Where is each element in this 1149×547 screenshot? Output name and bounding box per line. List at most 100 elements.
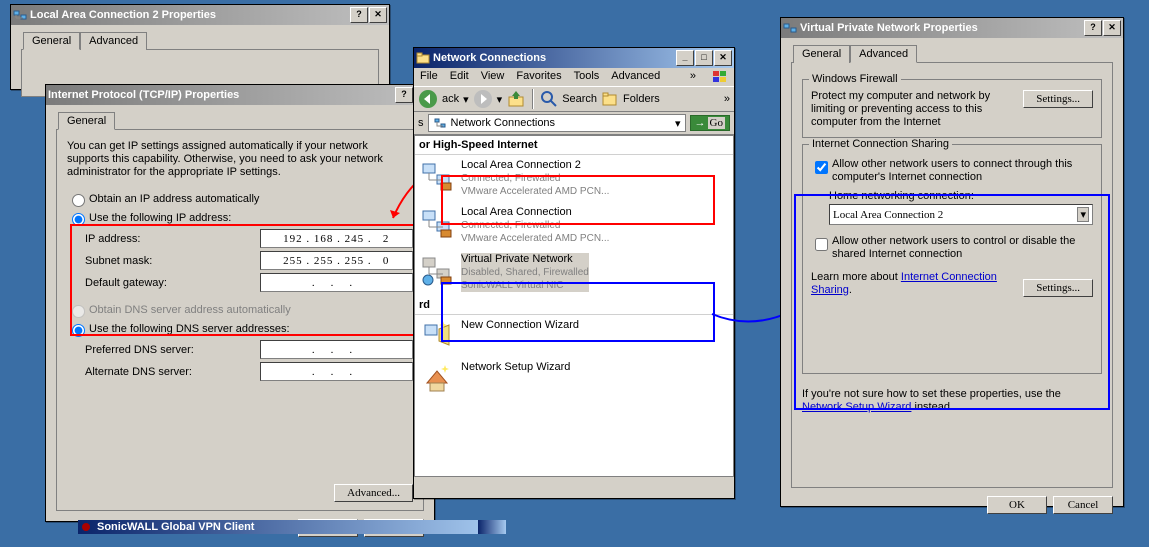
connection-list[interactable]: or High-Speed Internet Local Area Connec… [414,135,734,477]
address-input[interactable]: Network Connections ▾ [428,114,686,132]
firewall-group-title: Windows Firewall [809,73,901,85]
tab-general[interactable]: General [23,32,80,50]
ics-settings-button[interactable]: Settings... [1023,279,1093,297]
list-item-net-setup-wizard[interactable]: Network Setup Wizard [415,357,733,399]
network-icon [783,21,797,35]
folder-icon [416,51,430,65]
hint-text: If you're not sure how to set these prop… [802,388,1102,414]
subnet-input[interactable] [260,251,413,270]
folders-icon[interactable] [601,90,619,108]
min-button[interactable]: _ [676,50,694,66]
advanced-button[interactable]: Advanced... [334,484,413,502]
alt-dns-input[interactable] [260,362,413,381]
search-label[interactable]: Search [562,93,597,105]
back-dropdown-icon[interactable]: ▾ [463,93,469,106]
firewall-group: Windows Firewall Protect my computer and… [802,79,1102,138]
use-following-dns-radio[interactable] [72,324,85,337]
tab-advanced[interactable]: Advanced [850,45,917,63]
list-item-status: Disabled, Shared, Firewalled [461,267,589,278]
netconn-icon [433,116,447,130]
tab-advanced[interactable]: Advanced [80,32,147,50]
help-button[interactable]: ? [1084,20,1102,36]
vpn-titlebar[interactable]: Virtual Private Network Properties ? ✕ [781,18,1123,38]
forward-icon[interactable] [473,89,493,109]
ics-group: Internet Connection Sharing Allow other … [802,144,1102,374]
ics-control-label: Allow other network users to control or … [832,235,1093,261]
list-item-vpn[interactable]: Virtual Private Network Disabled, Shared… [415,249,733,296]
network-icon [13,8,27,22]
close-button[interactable]: ✕ [714,50,732,66]
ics-allow-checkbox[interactable] [815,161,828,174]
list-item-lac[interactable]: Local Area Connection Connected, Firewal… [415,202,733,249]
ip-input[interactable] [260,229,413,248]
obtain-auto-row[interactable]: Obtain an IP address automatically [67,191,413,207]
forward-dropdown-icon[interactable]: ▾ [497,93,503,106]
obtain-dns-auto-row: Obtain DNS server address automatically [67,302,413,318]
list-item-name: Network Setup Wizard [461,361,570,374]
dropdown-icon[interactable]: ▾ [1077,207,1089,222]
help-button[interactable]: ? [350,7,368,23]
back-icon[interactable] [418,89,438,109]
list-item-name: Virtual Private Network [461,253,573,265]
tab-general[interactable]: General [793,45,850,63]
cancel-button[interactable]: Cancel [1053,496,1113,514]
wizard-icon [421,319,455,353]
help-button[interactable]: ? [395,87,413,103]
close-button[interactable]: ✕ [1103,20,1121,36]
netconn-title: Network Connections [433,52,546,64]
menu-favorites[interactable]: Favorites [516,70,561,84]
netconn-titlebar[interactable]: Network Connections _ □ ✕ [414,48,734,68]
ics-allow-label: Allow other network users to connect thr… [832,158,1093,184]
vpn-window: Virtual Private Network Properties ? ✕ G… [780,17,1124,507]
use-following-dns-label: Use the following DNS server addresses: [89,323,290,335]
tcpip-titlebar[interactable]: Internet Protocol (TCP/IP) Properties ? … [46,85,434,105]
use-following-row[interactable]: Use the following IP address: [67,210,413,226]
group-header-lan: or High-Speed Internet [415,136,733,155]
sonicwall-label[interactable]: SonicWALL Global VPN Client [97,521,254,533]
menu-advanced[interactable]: Advanced [611,70,660,84]
addr-label: s [418,117,424,129]
menu-tools[interactable]: Tools [574,70,600,84]
chevron-right-icon[interactable]: » [724,93,730,105]
list-item-new-conn-wizard[interactable]: New Connection Wizard [415,315,733,357]
ics-control-checkbox[interactable] [815,238,828,251]
tcpip-desc: You can get IP settings assigned automat… [67,140,413,179]
list-item-device: SonicWALL Virtual NIC [461,280,563,291]
back-label[interactable]: ack [442,93,459,105]
folders-label[interactable]: Folders [623,93,660,105]
chevron-right-icon[interactable]: » [690,70,696,84]
use-following-radio[interactable] [72,213,85,226]
go-button[interactable]: →Go [690,115,730,131]
ok-button[interactable]: OK [987,496,1047,514]
fw-settings-button[interactable]: Settings... [1023,90,1093,108]
dropdown-icon[interactable]: ▾ [675,117,681,130]
netconn-window: Network Connections _ □ ✕ File Edit View… [413,47,735,499]
up-icon[interactable] [506,89,526,109]
menu-file[interactable]: File [420,70,438,84]
taskbar-fragment2 [478,520,506,532]
lan-connected-icon [421,206,455,240]
close-button[interactable]: ✕ [369,7,387,23]
toolbar: ack ▾ ▾ Search Folders » [414,87,734,112]
search-icon[interactable] [540,90,558,108]
tab-general[interactable]: General [58,112,115,130]
menu-edit[interactable]: Edit [450,70,469,84]
net-setup-link[interactable]: Network Setup Wizard [802,401,911,413]
lac2-titlebar[interactable]: Local Area Connection 2 Properties ? ✕ [11,5,389,25]
max-button[interactable]: □ [695,50,713,66]
obtain-auto-radio[interactable] [72,194,85,207]
list-item-name: New Connection Wizard [461,319,579,332]
use-following-label: Use the following IP address: [89,212,231,224]
use-following-dns-row[interactable]: Use the following DNS server addresses: [67,321,413,337]
home-net-select[interactable]: Local Area Connection 2 ▾ [829,204,1093,225]
tcpip-title: Internet Protocol (TCP/IP) Properties [48,89,239,101]
lac2-title: Local Area Connection 2 Properties [30,9,216,21]
list-item-lac2[interactable]: Local Area Connection 2 Connected, Firew… [415,155,733,202]
addr-value: Network Connections [451,117,556,129]
obtain-dns-auto-radio [72,305,85,318]
lac2-window: Local Area Connection 2 Properties ? ✕ G… [10,4,390,90]
menu-view[interactable]: View [481,70,505,84]
gateway-input[interactable] [260,273,413,292]
pref-dns-input[interactable] [260,340,413,359]
taskbar-fragment: SonicWALL Global VPN Client [78,520,498,532]
